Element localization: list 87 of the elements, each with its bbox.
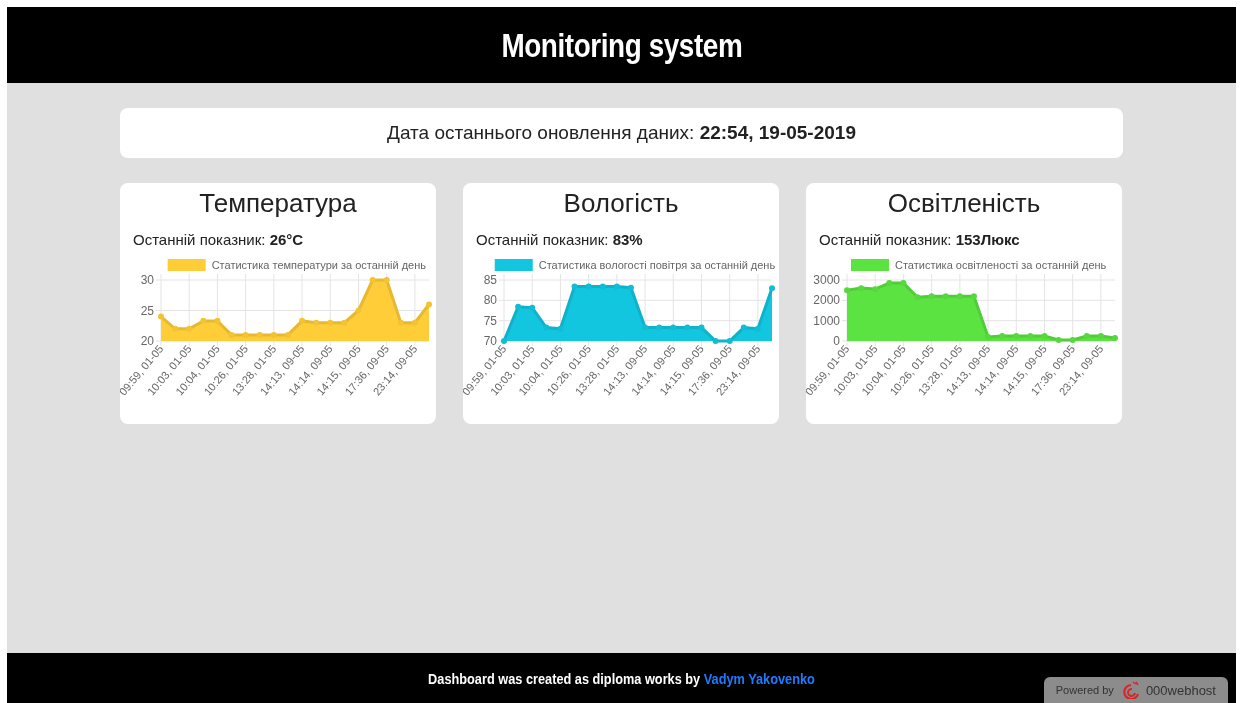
data-point	[769, 285, 775, 292]
data-point	[844, 287, 850, 294]
y-tick-label: 75	[483, 313, 497, 328]
data-point	[585, 283, 592, 290]
data-point	[397, 319, 404, 326]
data-point	[914, 294, 921, 301]
legend-label: Статистика вологості повітря за останній день	[538, 259, 776, 271]
data-point	[726, 338, 733, 344]
card-title: Температура	[199, 187, 357, 219]
y-tick-label: 0	[833, 334, 840, 348]
y-tick-label: 1000	[813, 313, 840, 328]
data-point	[383, 277, 390, 283]
data-point	[1069, 337, 1076, 343]
data-point	[928, 293, 935, 300]
data-point	[985, 333, 992, 340]
data-point	[158, 313, 164, 320]
data-point	[242, 331, 249, 338]
data-point	[698, 324, 705, 331]
y-tick-label: 85	[483, 273, 497, 287]
data-point	[186, 325, 193, 332]
latest-reading: Останній показник: 83%	[476, 231, 643, 248]
data-point	[327, 319, 334, 326]
footer-credit: Dashboard was created as diploma works by Vadym Yakovenko	[428, 669, 815, 687]
data-point	[900, 280, 907, 287]
data-point	[529, 304, 536, 311]
latest-reading: Останній показник: 153Люкс	[819, 231, 1020, 248]
data-point	[557, 325, 564, 332]
data-point	[1013, 332, 1020, 339]
data-point	[284, 331, 291, 338]
data-point	[411, 319, 418, 326]
badge-prefix: Powered by	[1055, 684, 1114, 696]
data-point	[872, 286, 879, 293]
page-title: Monitoring system	[501, 25, 742, 65]
y-tick-label: 2000	[813, 293, 840, 308]
data-point	[684, 324, 691, 331]
data-point	[228, 331, 235, 338]
data-point	[515, 303, 522, 310]
data-point	[571, 283, 578, 290]
data-point	[299, 317, 306, 324]
y-tick-label: 25	[140, 303, 154, 318]
data-point	[970, 293, 977, 300]
data-point	[1097, 332, 1104, 339]
card-title: Освітленість	[887, 187, 1041, 219]
data-point	[599, 283, 606, 290]
data-point	[1055, 337, 1062, 343]
data-point	[341, 319, 348, 326]
data-point	[642, 324, 649, 331]
legend-label: Статистика освітленості за останній день	[895, 259, 1107, 271]
latest-reading: Останній показник: 26°C	[133, 231, 304, 248]
data-point	[1027, 332, 1034, 339]
data-point	[256, 331, 263, 338]
data-point	[942, 293, 949, 300]
legend-label: Статистика температури за останній день	[211, 259, 426, 271]
data-point	[886, 280, 893, 287]
data-point	[627, 284, 634, 291]
author-link[interactable]: Vadym Yakovenko	[703, 669, 815, 687]
data-point	[956, 293, 963, 300]
y-tick-label: 20	[140, 334, 154, 348]
data-point	[214, 317, 221, 324]
data-point	[172, 325, 179, 332]
hosting-badge[interactable]: Powered by 000webhost	[1043, 677, 1228, 703]
data-point	[656, 324, 663, 331]
data-point	[355, 307, 362, 314]
data-point	[613, 283, 620, 290]
data-point	[1041, 332, 1048, 339]
data-point	[1083, 332, 1090, 339]
data-point	[369, 277, 376, 283]
y-tick-label: 80	[483, 293, 497, 308]
data-point	[754, 325, 761, 332]
data-point	[712, 338, 719, 344]
data-point	[670, 324, 677, 331]
data-point	[501, 338, 507, 344]
data-point	[858, 285, 865, 292]
data-point	[200, 317, 207, 324]
data-point	[313, 319, 320, 326]
last-update-text: Дата останнього оновлення даних: 22:54, 19-05-2019	[120, 108, 1123, 158]
card-title: Вологість	[563, 187, 679, 219]
y-tick-label: 70	[483, 334, 497, 348]
badge-brand: 000webhost	[1145, 682, 1216, 698]
data-point	[999, 332, 1006, 339]
y-tick-label: 30	[140, 273, 154, 287]
data-point	[740, 324, 747, 331]
data-point	[1112, 334, 1118, 341]
data-point	[543, 324, 550, 331]
y-tick-label: 3000	[813, 273, 840, 287]
data-point	[426, 301, 432, 308]
data-point	[270, 331, 277, 338]
